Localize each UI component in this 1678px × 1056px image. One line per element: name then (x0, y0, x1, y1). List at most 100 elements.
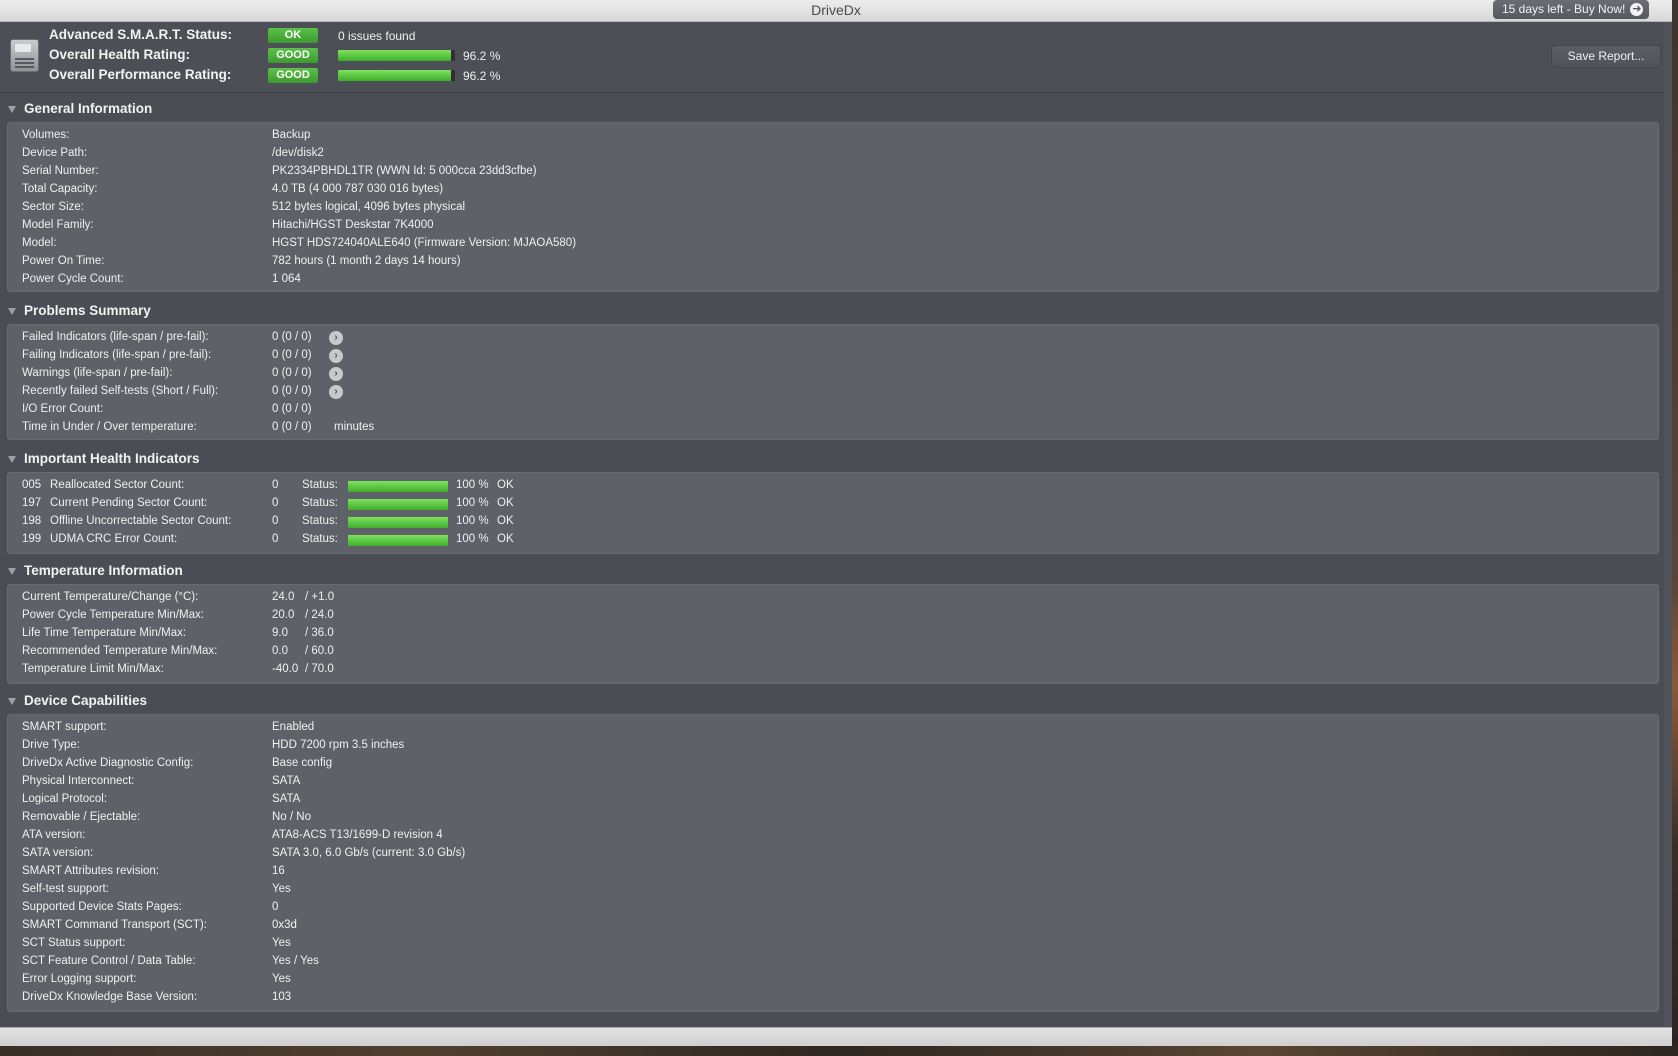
device-capabilities-header[interactable]: Device Capabilities (0, 691, 1672, 713)
row-label: Temperature Limit Min/Max: (22, 663, 164, 675)
attribute-value: 0 (272, 533, 279, 545)
title-bar[interactable]: DriveDx 15 days left - Buy Now! ➜ (0, 0, 1672, 22)
temperature-value-2: / +1.0 (305, 591, 335, 603)
health-progress-bar (338, 50, 455, 61)
health-rating-badge: GOOD (268, 48, 318, 63)
row-value: Yes (272, 937, 291, 949)
attribute-label: Reallocated Sector Count: (50, 479, 185, 491)
health-rating-label: Overall Health Rating: (49, 47, 191, 62)
capability-row: SMART support: Enabled (8, 719, 1658, 737)
row-value: 0 (0 / 0) (272, 421, 312, 433)
row-value: Hitachi/HGST Deskstar 7K4000 (272, 219, 434, 231)
attribute-id: 005 (22, 479, 42, 491)
problem-row: Failing Indicators (life-span / pre-fail… (8, 347, 1658, 365)
performance-progress-fill (338, 70, 451, 81)
health-percent: 96.2 % (463, 49, 501, 63)
row-label: Error Logging support: (22, 973, 137, 985)
disclosure-triangle-icon[interactable] (8, 698, 16, 705)
temperature-info-panel: Current Temperature/Change (°C): 24.0 / +1… (7, 584, 1659, 684)
row-value: 103 (272, 991, 292, 1003)
attribute-value: 0 (272, 497, 279, 509)
row-label: SCT Status support: (22, 937, 126, 949)
capability-row: DriveDx Active Diagnostic Config: Base co… (8, 755, 1658, 773)
problem-row: Failed Indicators (life-span / pre-fail)… (8, 329, 1658, 347)
row-value: HDD 7200 rpm 3.5 inches (272, 739, 405, 751)
problem-row: Time in Under / Over temperature: 0 (0 / … (8, 419, 1658, 437)
status-label: Status: (302, 479, 338, 491)
health-indicators-header[interactable]: Important Health Indicators (0, 449, 1672, 471)
row-label: Current Temperature/Change (°C): (22, 591, 199, 603)
temperature-row: Power Cycle Temperature Min/Max: 20.0 / 24… (8, 607, 1658, 625)
arrow-right-circle-icon: ➜ (1630, 3, 1644, 16)
row-label: Device Path: (22, 147, 88, 159)
attribute-label: Current Pending Sector Count: (50, 497, 208, 509)
row-value: 782 hours (1 month 2 days 14 hours) (272, 255, 461, 267)
status-footer (0, 1027, 1672, 1046)
indicator-percent: 100 % (456, 533, 489, 545)
row-label: SATA version: (22, 847, 94, 859)
save-report-button[interactable]: Save Report... (1551, 45, 1661, 68)
indicator-progress-fill (348, 481, 448, 492)
status-label: Status: (302, 515, 338, 527)
row-value: PK2334PBHDL1TR (WWN Id: 5 000cca 23dd3cf… (272, 165, 537, 177)
temperature-info-header[interactable]: Temperature Information (0, 561, 1672, 583)
device-capabilities-panel: SMART support: Enabled Drive Type: HDD 7200… (7, 714, 1659, 1012)
row-label: SMART Attributes revision: (22, 865, 159, 877)
row-label: Power Cycle Temperature Min/Max: (22, 609, 204, 621)
window-title: DriveDx (811, 2, 861, 18)
details-arrow-icon[interactable]: › (329, 349, 343, 363)
row-label: Recommended Temperature Min/Max: (22, 645, 218, 657)
row-label: Volumes: (22, 129, 70, 141)
vertical-scrollbar[interactable] (1664, 22, 1672, 1026)
row-label: SMART Command Transport (SCT): (22, 919, 207, 931)
indicator-progress-fill (348, 499, 448, 510)
temperature-value-2: / 36.0 (305, 627, 334, 639)
hard-drive-icon (10, 39, 39, 72)
capability-row: Logical Protocol: SATA (8, 791, 1658, 809)
device-capabilities-title: Device Capabilities (24, 693, 148, 708)
temperature-value-2: / 60.0 (305, 645, 334, 657)
problems-summary-title: Problems Summary (24, 303, 151, 318)
row-value: 512 bytes logical, 4096 bytes physical (272, 201, 466, 213)
row-label: Model: (22, 237, 57, 249)
indicator-progress-fill (348, 535, 448, 546)
status-header: Advanced S.M.A.R.T. Status: OK 0 issues … (0, 22, 1672, 93)
capability-row: SMART Attributes revision: 16 (8, 863, 1658, 881)
indicator-status: OK (497, 479, 514, 491)
buy-now-button[interactable]: 15 days left - Buy Now! ➜ (1493, 0, 1650, 19)
temperature-value: -40.0 (272, 663, 299, 675)
temperature-row: Recommended Temperature Min/Max: 0.0 / 60.… (8, 643, 1658, 661)
capability-row: Removable / Ejectable: No / No (8, 809, 1658, 827)
health-indicators-title: Important Health Indicators (24, 451, 200, 466)
disclosure-triangle-icon[interactable] (8, 308, 16, 315)
disclosure-triangle-icon[interactable] (8, 456, 16, 463)
problem-row: Recently failed Self-tests (Short / Full… (8, 383, 1658, 401)
row-value: Yes / Yes (272, 955, 319, 967)
temperature-value-2: / 70.0 (305, 663, 334, 675)
desktop-background (1672, 0, 1678, 1056)
row-value: 0 (272, 901, 279, 913)
details-arrow-icon[interactable]: › (329, 331, 343, 345)
disclosure-triangle-icon[interactable] (8, 568, 16, 575)
attribute-label: Offline Uncorrectable Sector Count: (50, 515, 232, 527)
problems-summary-header[interactable]: Problems Summary (0, 301, 1672, 323)
indicator-status: OK (497, 497, 514, 509)
row-value: 0x3d (272, 919, 297, 931)
row-value: Yes (272, 883, 291, 895)
capability-row: SCT Feature Control / Data Table: Yes / Y… (8, 953, 1658, 971)
disclosure-triangle-icon[interactable] (8, 106, 16, 113)
row-label: Removable / Ejectable: (22, 811, 141, 823)
details-arrow-icon[interactable]: › (329, 367, 343, 381)
row-label: Failed Indicators (life-span / pre-fail)… (22, 331, 209, 343)
indicator-progress-fill (348, 517, 448, 528)
capability-row: SATA version: SATA 3.0, 6.0 Gb/s (current… (8, 845, 1658, 863)
general-info-header[interactable]: General Information (0, 99, 1672, 121)
capability-row: Drive Type: HDD 7200 rpm 3.5 inches (8, 737, 1658, 755)
row-value: Base config (272, 757, 333, 769)
row-unit: minutes (334, 421, 375, 433)
details-arrow-icon[interactable]: › (329, 385, 343, 399)
row-value: 16 (272, 865, 285, 877)
row-label: Power On Time: (22, 255, 105, 267)
temperature-info-title: Temperature Information (24, 563, 183, 578)
attribute-value: 0 (272, 515, 279, 527)
